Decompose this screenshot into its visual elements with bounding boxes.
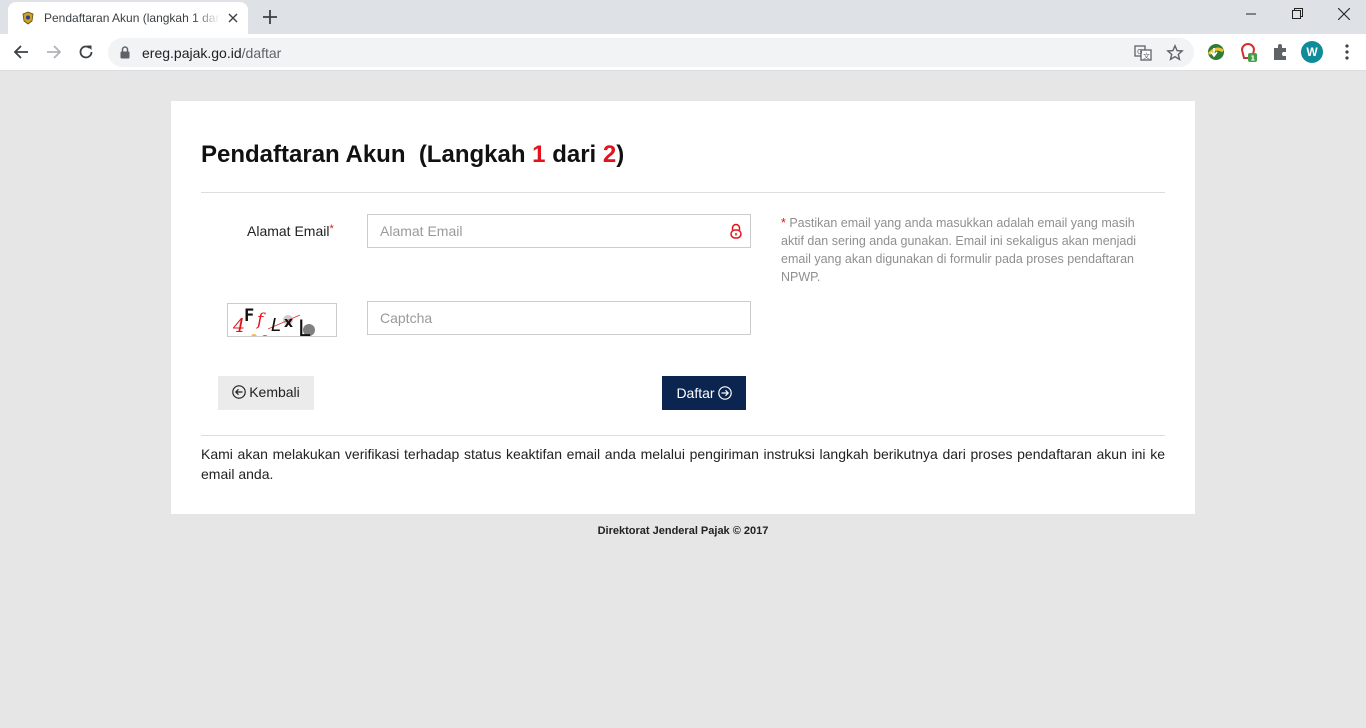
close-icon	[1338, 8, 1350, 20]
extensions-puzzle-icon[interactable]	[1270, 42, 1290, 62]
svg-text:文: 文	[1143, 52, 1150, 61]
extension-red-icon[interactable]: 1	[1238, 42, 1258, 62]
menu-kebab-icon[interactable]	[1337, 42, 1357, 62]
url-path: /daftar	[241, 45, 282, 61]
djp-logo-icon	[22, 11, 34, 25]
password-manager-key-icon[interactable]	[729, 223, 743, 239]
translate-icon[interactable]: G 文	[1134, 44, 1152, 62]
registration-card: Pendaftaran Akun (Langkah 1 dari 2) Alam…	[171, 101, 1195, 514]
svg-text:x: x	[284, 315, 293, 331]
forward-nav-button[interactable]	[41, 39, 67, 65]
minimize-icon	[1246, 13, 1256, 15]
svg-text:G: G	[1137, 48, 1142, 56]
title-suffix: )	[616, 141, 625, 168]
extension-badge-count: 1	[1250, 54, 1255, 62]
url-host: ereg.pajak.go.id	[142, 45, 242, 61]
title-prefix: Pendaftaran Akun (Langkah	[201, 141, 533, 168]
back-button[interactable]: Kembali	[218, 376, 314, 410]
new-tab-icon[interactable]	[260, 7, 280, 27]
reload-icon	[79, 45, 93, 59]
arrow-right-icon	[47, 45, 62, 59]
svg-text:f: f	[255, 310, 266, 330]
browser-tabstrip: Pendaftaran Akun (langkah 1 dari 2)	[0, 0, 1366, 34]
page-title: Pendaftaran Akun (Langkah 1 dari 2)	[201, 141, 624, 169]
captcha-input[interactable]	[367, 301, 751, 335]
reload-button[interactable]	[73, 39, 99, 65]
svg-text:F: F	[244, 306, 254, 326]
close-window-button[interactable]	[1320, 0, 1366, 30]
register-button-label: Daftar	[676, 385, 715, 401]
email-note: * Pastikan email yang anda masukkan adal…	[781, 214, 1155, 286]
browser-toolbar: ereg.pajak.go.id/daftar G 文 1 W	[0, 34, 1366, 71]
close-tab-icon[interactable]	[225, 10, 241, 26]
url-text: ereg.pajak.go.id/daftar	[142, 45, 281, 61]
register-button[interactable]: Daftar	[662, 376, 746, 410]
profile-avatar[interactable]: W	[1301, 41, 1323, 63]
footer-copyright: Direktorat Jenderal Pajak © 2017	[597, 525, 769, 537]
info-divider	[201, 435, 1165, 436]
back-nav-button[interactable]	[8, 39, 34, 65]
title-middle: dari	[545, 141, 603, 168]
title-divider	[201, 192, 1165, 193]
captcha-graphic: 4 F f L x L	[232, 306, 315, 337]
step-current: 1	[532, 141, 546, 168]
step-total: 2	[602, 141, 617, 168]
email-label-text: Alamat Email	[247, 223, 330, 239]
note-text: Pastikan email yang anda masukkan adalah…	[781, 216, 1137, 284]
captcha-image: 4 F f L x L	[227, 303, 337, 337]
circle-arrow-right-icon	[717, 386, 732, 400]
lock-icon	[120, 46, 130, 59]
svg-text:L: L	[298, 317, 311, 337]
browser-tab[interactable]: Pendaftaran Akun (langkah 1 dari 2)	[8, 2, 248, 34]
minimize-button[interactable]	[1228, 0, 1274, 30]
required-mark: *	[329, 223, 334, 235]
restore-button[interactable]	[1274, 0, 1320, 30]
back-button-label: Kembali	[249, 384, 300, 400]
email-input[interactable]	[367, 214, 751, 248]
restore-icon	[1292, 8, 1303, 19]
tab-title: Pendaftaran Akun (langkah 1 dari 2)	[44, 11, 220, 25]
email-label: Alamat Email*	[247, 223, 334, 239]
address-bar[interactable]: ereg.pajak.go.id/daftar G 文	[108, 38, 1194, 67]
download-manager-extension-icon[interactable]	[1206, 42, 1226, 62]
arrow-left-icon	[13, 45, 28, 59]
circle-arrow-left-icon	[232, 385, 247, 399]
verification-info-text: Kami akan melakukan verifikasi terhadap …	[201, 446, 1165, 482]
bookmark-star-icon[interactable]	[1166, 44, 1184, 62]
svg-text:L: L	[271, 315, 281, 336]
